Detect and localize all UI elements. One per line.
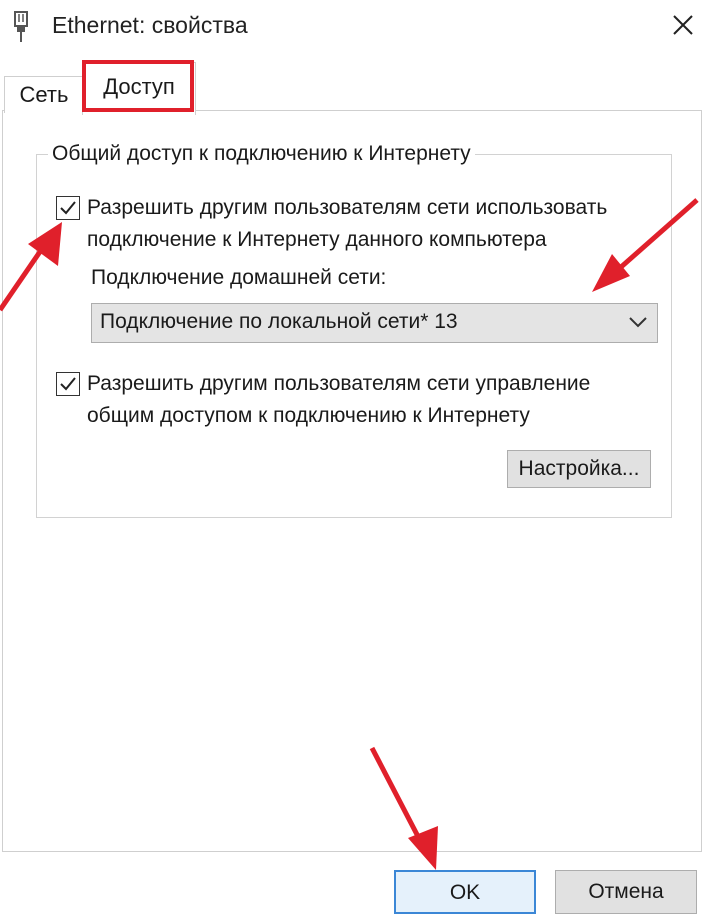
- allow-control-label[interactable]: Разрешить другим пользователям сети упра…: [87, 368, 657, 432]
- allow-control-checkbox[interactable]: [56, 372, 80, 396]
- ok-button[interactable]: OK: [394, 870, 536, 914]
- tab-sharing[interactable]: Доступ: [82, 62, 196, 115]
- close-icon[interactable]: [662, 4, 704, 46]
- tab-network[interactable]: Сеть: [4, 76, 84, 113]
- home-network-select[interactable]: Подключение по локальной сети* 13: [91, 303, 658, 343]
- checkmark-icon: [60, 377, 76, 391]
- allow-connect-label[interactable]: Разрешить другим пользователям сети испо…: [87, 192, 657, 256]
- checkmark-icon: [60, 201, 76, 215]
- home-network-select-value: Подключение по локальной сети* 13: [100, 310, 458, 333]
- home-network-label: Подключение домашней сети:: [91, 266, 387, 289]
- cancel-button[interactable]: Отмена: [555, 870, 697, 914]
- chevron-down-icon: [629, 317, 647, 328]
- allow-connect-checkbox[interactable]: [56, 196, 80, 220]
- settings-button[interactable]: Настройка...: [507, 450, 651, 488]
- window-title: Ethernet: свойства: [52, 12, 248, 38]
- group-title: Общий доступ к подключению к Интернету: [48, 142, 475, 166]
- network-adapter-icon: [14, 11, 28, 42]
